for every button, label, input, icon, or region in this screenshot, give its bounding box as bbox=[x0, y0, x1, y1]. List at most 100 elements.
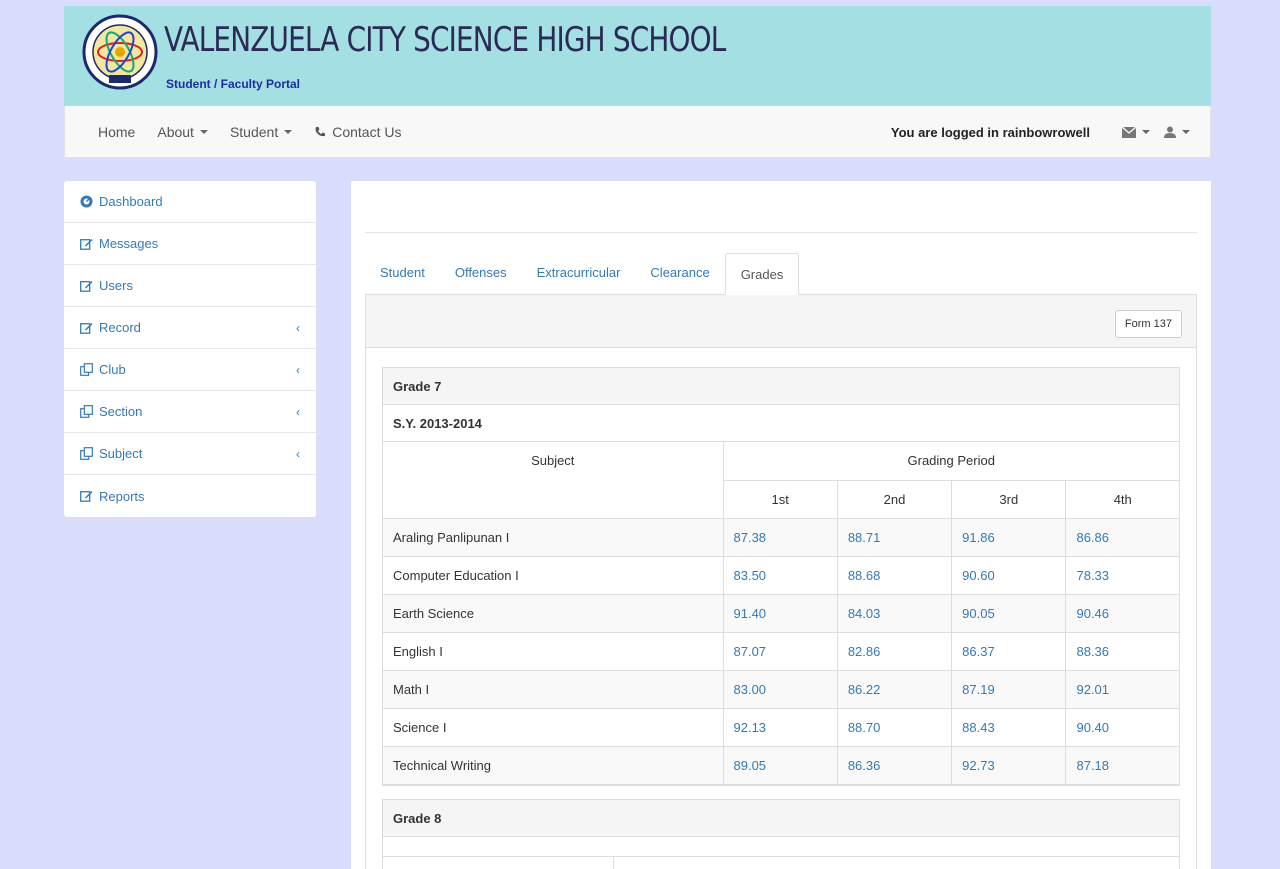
nav-student[interactable]: Student bbox=[229, 124, 293, 140]
grade-cell[interactable]: 91.40 bbox=[722, 593, 838, 633]
subject-cell: Science I bbox=[383, 707, 724, 747]
school-name: VALENZUELA CITY SCIENCE HIGH SCHOOL bbox=[164, 20, 726, 60]
grade-cell[interactable]: 88.70 bbox=[836, 707, 953, 747]
school-year bbox=[383, 837, 1179, 857]
grade-cell[interactable]: 87.07 bbox=[722, 631, 838, 671]
tab-extracurricular[interactable]: Extracurricular bbox=[522, 252, 636, 294]
grade-cell[interactable]: 88.71 bbox=[836, 517, 953, 557]
grade-cell[interactable]: 89.05 bbox=[722, 745, 838, 785]
copy-icon bbox=[80, 363, 94, 376]
grade-cell[interactable]: 83.50 bbox=[722, 555, 838, 595]
grade-cell[interactable]: 90.05 bbox=[951, 593, 1067, 633]
sidebar-item-label: Users bbox=[99, 278, 133, 293]
table-row: Technical Writing 89.05 86.36 92.73 87.1… bbox=[383, 745, 1179, 785]
sidebar-item-messages[interactable]: Messages bbox=[64, 223, 316, 265]
grade-cell[interactable]: 88.68 bbox=[836, 555, 953, 595]
copy-icon bbox=[80, 405, 94, 418]
grades-table: Subject Grading Period 1st 2nd 3rd 4th A… bbox=[383, 442, 1179, 785]
tab-offenses[interactable]: Offenses bbox=[440, 252, 522, 294]
nav-about[interactable]: About bbox=[157, 124, 208, 140]
school-year: S.Y. 2013-2014 bbox=[383, 405, 1179, 442]
panel-heading: Form 137 bbox=[366, 295, 1196, 348]
grade-cell[interactable]: 92.01 bbox=[1065, 669, 1179, 709]
user-dropdown[interactable] bbox=[1164, 126, 1190, 138]
header-banner: VALENZUELA CITY SCIENCE HIGH SCHOOL Stud… bbox=[64, 6, 1211, 106]
tab-grades[interactable]: Grades bbox=[724, 253, 800, 295]
subject-cell: Araling Panlipunan I bbox=[383, 517, 724, 557]
form-137-button[interactable]: Form 137 bbox=[1114, 310, 1182, 338]
tab-student[interactable]: Student bbox=[365, 252, 440, 294]
grade-cell[interactable]: 90.40 bbox=[1065, 707, 1179, 747]
grade-8-block: Grade 8 Subject Grading Period bbox=[382, 799, 1180, 869]
table-row: Araling Panlipunan I 87.38 88.71 91.86 8… bbox=[383, 517, 1179, 557]
period-header: 1st bbox=[723, 479, 838, 519]
sidebar-item-reports[interactable]: Reports bbox=[64, 475, 316, 517]
grade-cell[interactable]: 86.86 bbox=[1065, 517, 1179, 557]
sidebar-item-dashboard[interactable]: Dashboard bbox=[64, 181, 316, 223]
sidebar-item-label: Dashboard bbox=[99, 194, 163, 209]
grade-cell[interactable]: 83.00 bbox=[722, 669, 838, 709]
sidebar-item-label: Reports bbox=[99, 488, 145, 504]
grade-cell[interactable]: 91.86 bbox=[951, 517, 1067, 557]
sidebar-item-users[interactable]: Users bbox=[64, 265, 316, 307]
grade-cell[interactable]: 90.60 bbox=[951, 555, 1067, 595]
sidebar-item-section[interactable]: Section ‹ bbox=[64, 391, 316, 433]
grade-cell[interactable]: 86.22 bbox=[836, 669, 953, 709]
grade-cell[interactable]: 90.46 bbox=[1065, 593, 1179, 633]
subject-cell: Earth Science bbox=[383, 593, 724, 633]
sidebar-item-label: Club bbox=[99, 362, 126, 377]
top-navbar: Home About Student Contact Us You are lo… bbox=[64, 106, 1211, 158]
grade-cell[interactable]: 84.03 bbox=[836, 593, 953, 633]
grade-title: Grade 8 bbox=[383, 800, 1179, 837]
school-seal-logo bbox=[82, 14, 158, 90]
tab-clearance[interactable]: Clearance bbox=[635, 252, 724, 294]
main-content: Student Offenses Extracurricular Clearan… bbox=[351, 181, 1211, 869]
grade-cell[interactable]: 92.13 bbox=[722, 707, 838, 747]
table-row: Earth Science 91.40 84.03 90.05 90.46 bbox=[383, 593, 1179, 633]
grade-cell[interactable]: 78.33 bbox=[1065, 555, 1179, 595]
grade-cell[interactable]: 86.36 bbox=[836, 745, 953, 785]
grade-cell[interactable]: 87.38 bbox=[722, 517, 838, 557]
table-row: Science I 92.13 88.70 88.43 90.40 bbox=[383, 707, 1179, 747]
subject-header: Subject bbox=[383, 857, 614, 869]
sidebar: Dashboard Messages Users Record ‹ Club ‹… bbox=[64, 181, 316, 517]
grading-period-header: Grading Period bbox=[722, 442, 1179, 481]
grade-7-block: Grade 7 S.Y. 2013-2014 Subject Grading P… bbox=[382, 367, 1180, 786]
sidebar-item-club[interactable]: Club ‹ bbox=[64, 349, 316, 391]
sidebar-item-subject[interactable]: Subject ‹ bbox=[64, 433, 316, 475]
sidebar-item-record[interactable]: Record ‹ bbox=[64, 307, 316, 349]
messages-dropdown[interactable] bbox=[1122, 126, 1150, 138]
caret-down-icon bbox=[199, 130, 208, 134]
phone-icon bbox=[315, 127, 326, 137]
sidebar-item-label: Subject bbox=[99, 446, 143, 461]
nav-home[interactable]: Home bbox=[98, 124, 135, 140]
grade-cell[interactable]: 88.43 bbox=[951, 707, 1067, 747]
subject-cell: Math I bbox=[383, 669, 724, 709]
grade-cell[interactable]: 82.86 bbox=[836, 631, 953, 671]
grade-cell[interactable]: 92.73 bbox=[951, 745, 1067, 785]
period-header: 4th bbox=[1065, 479, 1179, 519]
grade-cell[interactable]: 87.19 bbox=[951, 669, 1067, 709]
period-header: 2nd bbox=[836, 479, 953, 519]
grade-cell[interactable]: 86.37 bbox=[951, 631, 1067, 671]
subject-cell: Computer Education I bbox=[383, 555, 724, 595]
copy-icon bbox=[80, 447, 94, 460]
grade-title: Grade 7 bbox=[383, 368, 1179, 405]
nav-contact-label: Contact Us bbox=[332, 124, 402, 140]
chevron-left-icon: ‹ bbox=[296, 404, 300, 419]
table-row: English I 87.07 82.86 86.37 88.36 bbox=[383, 631, 1179, 671]
grades-panel: Form 137 Grade 7 S.Y. 2013-2014 Subject … bbox=[365, 295, 1197, 869]
sidebar-item-label: Messages bbox=[99, 236, 159, 251]
dashboard-icon bbox=[80, 195, 94, 208]
nav-contact[interactable]: Contact Us bbox=[314, 124, 401, 140]
grade-cell[interactable]: 87.18 bbox=[1065, 745, 1179, 785]
sidebar-item-label: Section bbox=[99, 404, 143, 419]
caret-down-icon bbox=[1182, 130, 1190, 134]
edit-icon bbox=[80, 322, 94, 334]
nav-student-label: Student bbox=[229, 124, 279, 140]
chevron-left-icon: ‹ bbox=[296, 362, 300, 377]
portal-subtitle: Student / Faculty Portal bbox=[166, 77, 301, 91]
grade-cell[interactable]: 88.36 bbox=[1065, 631, 1179, 671]
chevron-left-icon: ‹ bbox=[296, 446, 300, 461]
grading-period-header: Grading Period bbox=[612, 857, 1179, 869]
